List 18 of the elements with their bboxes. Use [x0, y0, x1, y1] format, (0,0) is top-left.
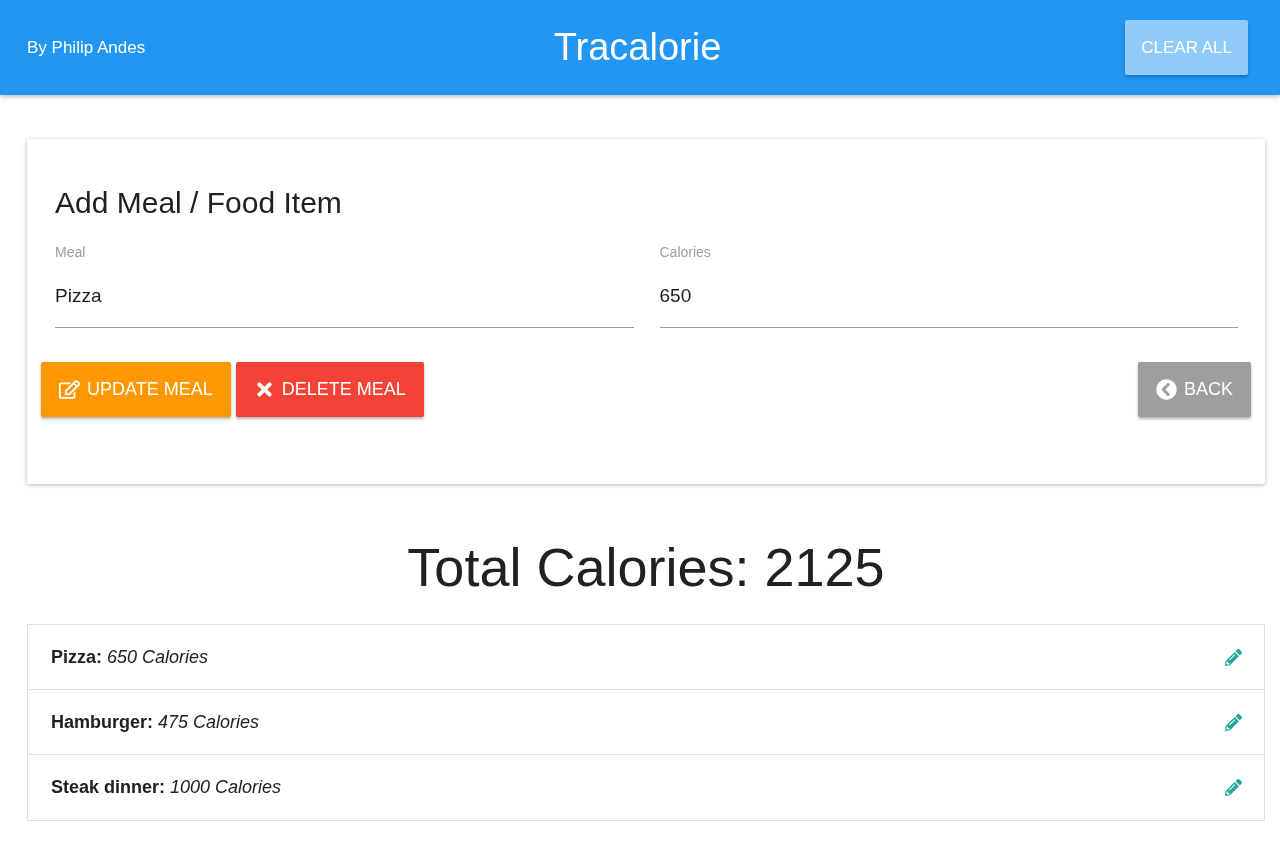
meal-item-text: Hamburger: 475 Calories — [51, 711, 260, 733]
text-input-field[interactable]: 650 — [659, 285, 1238, 328]
pencil-icon[interactable] — [1225, 648, 1242, 666]
field-label: Meal — [55, 244, 86, 260]
update-button[interactable]: UPDATE MEAL — [41, 362, 231, 417]
form-heading: Add Meal / Food Item — [55, 186, 343, 220]
total-calories: Total Calories: 2125 — [406, 536, 886, 598]
text-input-field[interactable]: Pizza — [55, 285, 634, 328]
pencil-icon[interactable] — [1225, 779, 1242, 796]
author-text: By Philip Andes — [27, 37, 146, 58]
meal-item-text: Steak dinner: 1000 Calories — [51, 777, 282, 798]
edit-icon — [59, 379, 80, 400]
back-button[interactable]: BACK — [1137, 362, 1251, 417]
delete-button[interactable]: DELETE MEAL — [235, 362, 424, 417]
app-title: Tracalorie — [553, 26, 722, 69]
pencil-icon[interactable] — [1225, 713, 1242, 731]
meal-item-text: Pizza: 650 Calories — [51, 646, 209, 668]
field-label: Calories — [659, 244, 711, 260]
